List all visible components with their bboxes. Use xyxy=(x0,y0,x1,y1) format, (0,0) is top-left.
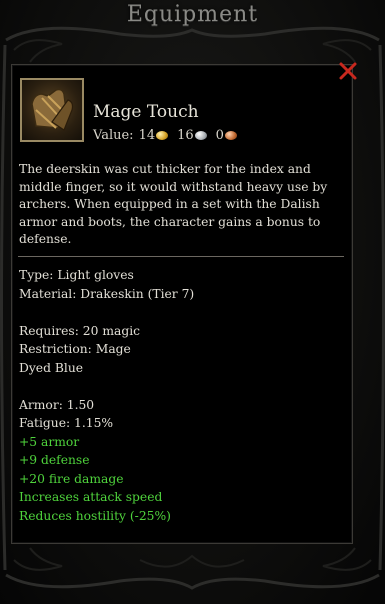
close-icon[interactable] xyxy=(337,60,359,82)
divider xyxy=(18,256,344,257)
item-stats: Type: Light gloves Material: Drakeskin (… xyxy=(19,266,339,525)
value-copper: 0 xyxy=(215,128,224,143)
bonus-line: +9 defense xyxy=(19,453,90,467)
item-restriction: Restriction: Mage xyxy=(19,342,131,356)
leather-gloves-icon xyxy=(20,78,84,142)
item-description: The deerskin was cut thicker for the ind… xyxy=(19,162,328,246)
item-armor: Armor: 1.50 xyxy=(19,397,95,412)
equipment-tooltip-window: Equipment Mage Touch Value: 14 16 0 The … xyxy=(0,0,385,604)
item-name: Mage Touch xyxy=(93,102,199,122)
item-value-row: Value: 14 16 0 xyxy=(93,128,246,143)
copper-coin-icon xyxy=(224,131,237,140)
bonus-line: +5 armor xyxy=(19,434,80,449)
bonus-line: +20 fire damage xyxy=(19,471,124,486)
item-requirement: Requires: 20 magic xyxy=(19,323,141,338)
item-dye: Dyed Blue xyxy=(19,360,84,375)
item-material: Material: Drakeskin (Tier 7) xyxy=(19,286,195,301)
value-gold: 14 xyxy=(138,128,156,143)
silver-coin-icon xyxy=(194,131,207,140)
item-type: Type: Light gloves xyxy=(19,268,134,282)
value-silver: 16 xyxy=(177,128,194,143)
bonus-line: Reduces hostility (-25%) xyxy=(19,508,171,523)
value-label: Value: xyxy=(93,128,134,143)
bonus-line: Increases attack speed xyxy=(19,490,163,504)
gold-coin-icon xyxy=(156,131,169,140)
item-fatigue: Fatigue: 1.15% xyxy=(19,416,114,430)
window-title: Equipment xyxy=(126,2,259,27)
